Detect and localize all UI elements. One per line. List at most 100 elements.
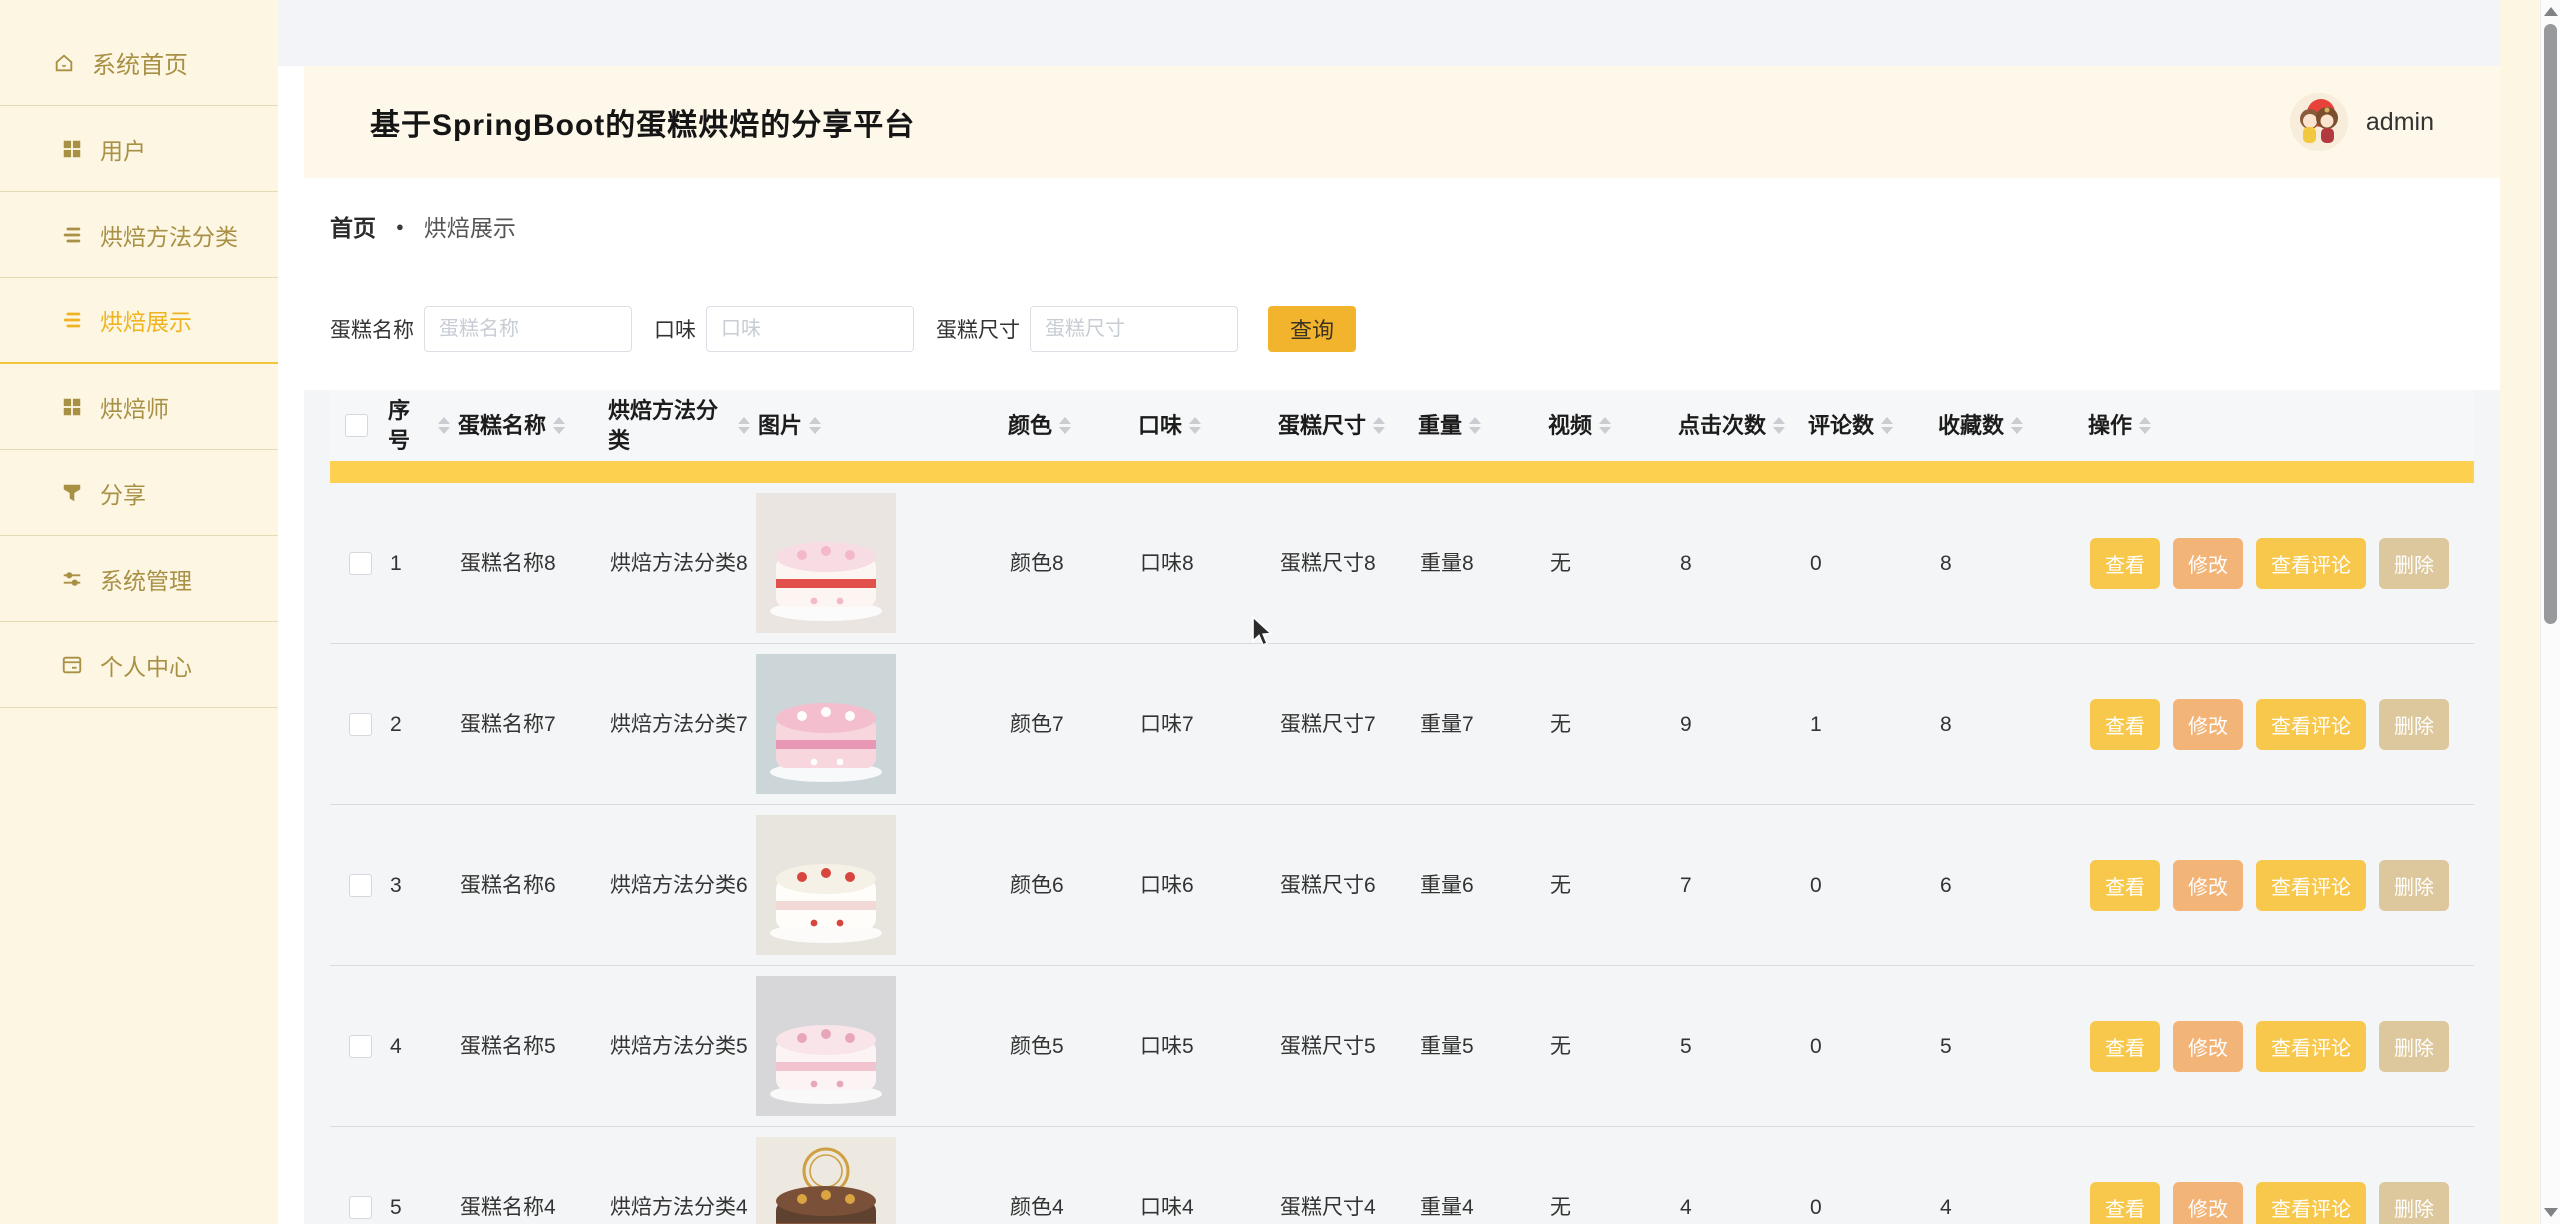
- view-comments-button[interactable]: 查看评论: [2256, 538, 2366, 589]
- vertical-scrollbar[interactable]: [2540, 0, 2560, 1224]
- cell-clicks: 5: [1676, 1031, 1806, 1063]
- delete-button[interactable]: 删除: [2379, 1021, 2449, 1072]
- view-button[interactable]: 查看: [2090, 538, 2160, 589]
- row-checkbox[interactable]: [349, 713, 372, 736]
- breadcrumb-current: 烘焙展示: [424, 209, 516, 243]
- cake-photo-image: [756, 976, 896, 1116]
- cell-comments: 1: [1806, 709, 1936, 741]
- column-header-序号[interactable]: 序号: [386, 390, 456, 461]
- sort-arrows-icon[interactable]: [1599, 417, 1611, 434]
- column-header-烘焙方法分类[interactable]: 烘焙方法分类: [606, 390, 756, 461]
- table-row: 3 蛋糕名称6 烘焙方法分类6 颜色6 口味6 蛋糕尺寸6 重量6 无 7 0 …: [330, 805, 2474, 966]
- scrollbar-thumb[interactable]: [2544, 24, 2557, 624]
- column-header-收藏数[interactable]: 收藏数: [1936, 405, 2086, 447]
- sidebar-item-label: 分享: [100, 476, 146, 510]
- cake-photo[interactable]: [756, 1127, 1006, 1224]
- row-checkbox[interactable]: [349, 1035, 372, 1058]
- sort-arrows-icon[interactable]: [553, 417, 565, 434]
- cake-photo[interactable]: [756, 483, 1006, 643]
- sidebar-item-系统首页[interactable]: 系统首页: [0, 20, 278, 106]
- sort-arrows-icon[interactable]: [1059, 417, 1071, 434]
- row-actions: 查看修改查看评论删除: [2086, 538, 2474, 589]
- cake-photo-image: [756, 493, 896, 633]
- edit-button[interactable]: 修改: [2173, 538, 2243, 589]
- column-header-口味[interactable]: 口味: [1136, 405, 1276, 447]
- delete-button[interactable]: 删除: [2379, 538, 2449, 589]
- sidebar-item-分享[interactable]: 分享: [0, 450, 278, 536]
- column-header-点击次数[interactable]: 点击次数: [1676, 405, 1806, 447]
- delete-button[interactable]: 删除: [2379, 1182, 2449, 1224]
- view-comments-button[interactable]: 查看评论: [2256, 699, 2366, 750]
- sidebar-item-烘焙师[interactable]: 烘焙师: [0, 364, 278, 450]
- view-button[interactable]: 查看: [2090, 860, 2160, 911]
- column-header-图片[interactable]: 图片: [756, 405, 1006, 447]
- column-header-蛋糕名称[interactable]: 蛋糕名称: [456, 405, 606, 447]
- view-comments-button[interactable]: 查看评论: [2256, 860, 2366, 911]
- sort-arrows-icon[interactable]: [1773, 417, 1785, 434]
- main-content: 基于SpringBoot的蛋糕烘焙的分享平台 admin: [278, 0, 2500, 1224]
- sidebar-item-烘焙方法分类[interactable]: 烘焙方法分类: [0, 192, 278, 278]
- cell-favorites: 5: [1936, 1031, 2086, 1063]
- cell-size: 蛋糕尺寸6: [1276, 870, 1416, 902]
- column-header-颜色[interactable]: 颜色: [1006, 405, 1136, 447]
- column-header-重量[interactable]: 重量: [1416, 405, 1546, 447]
- scroll-up-arrow-icon[interactable]: [2544, 7, 2558, 16]
- user-avatar[interactable]: [2290, 93, 2348, 151]
- select-all-checkbox[interactable]: [345, 414, 368, 437]
- list-icon: [60, 223, 84, 247]
- cell-index: 2: [386, 709, 456, 741]
- sidebar-item-label: 个人中心: [100, 648, 192, 682]
- sidebar-item-个人中心[interactable]: 个人中心: [0, 622, 278, 708]
- edit-button[interactable]: 修改: [2173, 1182, 2243, 1224]
- breadcrumb-home[interactable]: 首页: [330, 209, 376, 243]
- user-box[interactable]: admin: [2290, 93, 2434, 151]
- sidebar-item-烘焙展示[interactable]: 烘焙展示: [0, 278, 278, 364]
- header-checkbox-cell: [330, 408, 386, 443]
- cell-comments: 0: [1806, 548, 1936, 580]
- table-panel: 序号 蛋糕名称 烘焙方法分类 图片 颜色 口味 蛋糕尺寸 重量: [304, 390, 2500, 1224]
- query-button[interactable]: 查询: [1268, 306, 1356, 352]
- search-input[interactable]: [424, 306, 632, 352]
- cell-clicks: 4: [1676, 1192, 1806, 1224]
- row-checkbox[interactable]: [349, 552, 372, 575]
- row-checkbox-cell: [330, 713, 386, 736]
- sort-arrows-icon[interactable]: [1881, 417, 1893, 434]
- column-header-操作[interactable]: 操作: [2086, 405, 2474, 447]
- search-input[interactable]: [706, 306, 914, 352]
- cake-photo[interactable]: [756, 805, 1006, 965]
- sort-arrows-icon[interactable]: [738, 417, 750, 434]
- sort-arrows-icon[interactable]: [809, 417, 821, 434]
- cake-photo[interactable]: [756, 966, 1006, 1126]
- view-comments-button[interactable]: 查看评论: [2256, 1182, 2366, 1224]
- sort-arrows-icon[interactable]: [438, 417, 450, 434]
- delete-button[interactable]: 删除: [2379, 699, 2449, 750]
- sort-arrows-icon[interactable]: [2139, 417, 2151, 434]
- delete-button[interactable]: 删除: [2379, 860, 2449, 911]
- view-button[interactable]: 查看: [2090, 699, 2160, 750]
- row-checkbox[interactable]: [349, 1196, 372, 1219]
- view-comments-button[interactable]: 查看评论: [2256, 1021, 2366, 1072]
- sort-arrows-icon[interactable]: [2011, 417, 2023, 434]
- username-label[interactable]: admin: [2366, 108, 2434, 137]
- sidebar-item-用户[interactable]: 用户: [0, 106, 278, 192]
- column-header-label: 操作: [2088, 411, 2132, 441]
- search-input[interactable]: [1030, 306, 1238, 352]
- row-checkbox[interactable]: [349, 874, 372, 897]
- table-row: 1 蛋糕名称8 烘焙方法分类8 颜色8 口味8 蛋糕尺寸8 重量8 无 8 0 …: [330, 483, 2474, 644]
- cake-photo[interactable]: [756, 644, 1006, 804]
- sort-arrows-icon[interactable]: [1189, 417, 1201, 434]
- sort-arrows-icon[interactable]: [1373, 417, 1385, 434]
- sidebar-item-系统管理[interactable]: 系统管理: [0, 536, 278, 622]
- edit-button[interactable]: 修改: [2173, 1021, 2243, 1072]
- sidebar-item-label: 烘焙师: [100, 390, 169, 424]
- column-header-label: 蛋糕名称: [458, 411, 546, 441]
- view-button[interactable]: 查看: [2090, 1021, 2160, 1072]
- edit-button[interactable]: 修改: [2173, 699, 2243, 750]
- edit-button[interactable]: 修改: [2173, 860, 2243, 911]
- scroll-down-arrow-icon[interactable]: [2544, 1208, 2558, 1217]
- column-header-评论数[interactable]: 评论数: [1806, 405, 1936, 447]
- sort-arrows-icon[interactable]: [1469, 417, 1481, 434]
- view-button[interactable]: 查看: [2090, 1182, 2160, 1224]
- column-header-蛋糕尺寸[interactable]: 蛋糕尺寸: [1276, 405, 1416, 447]
- column-header-视频[interactable]: 视频: [1546, 405, 1676, 447]
